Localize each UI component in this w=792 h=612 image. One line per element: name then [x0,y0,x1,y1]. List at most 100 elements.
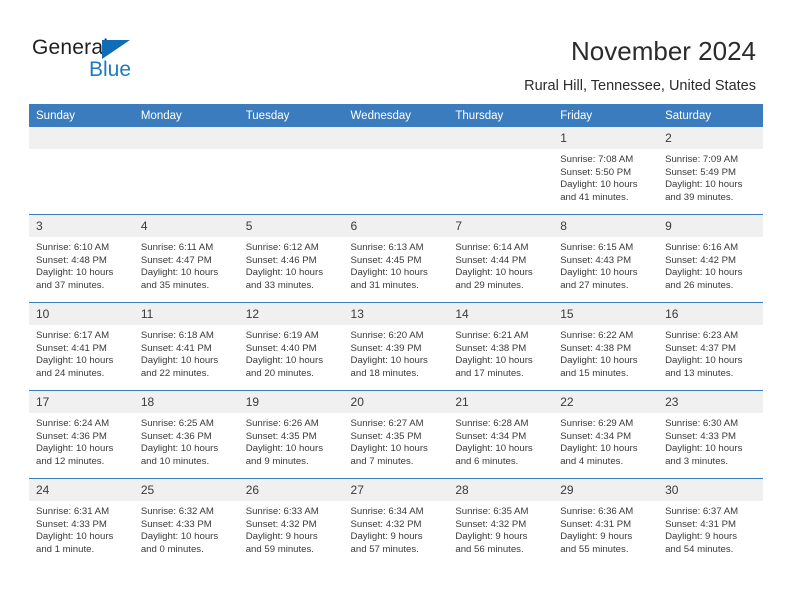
daylight-text-line2: and 59 minutes. [245,543,314,555]
calendar-day-cell[interactable]: 3 Sunrise: 6:10 AM Sunset: 4:48 PM Daylight… [29,214,134,303]
daylight-text-line2: and 54 minutes. [665,543,734,555]
day-number: 25 [133,479,239,501]
daylight-text-line1: Daylight: 10 hours [455,355,533,367]
day-number: 1 [553,127,659,149]
page-title: November 2024 [571,36,756,66]
day-details [448,149,553,154]
daylight-text-line1: Daylight: 10 hours [560,179,638,191]
daylight-text-line2: and 9 minutes. [245,455,309,467]
sunrise-text: Sunrise: 6:15 AM [560,242,634,253]
sunset-text: Sunset: 4:47 PM [140,254,212,266]
calendar-day-cell[interactable]: 13 Sunrise: 6:20 AM Sunset: 4:39 PM Dayligh… [343,302,449,391]
day-number: 18 [133,391,239,413]
calendar-day-cell[interactable]: 26 Sunrise: 6:33 AM Sunset: 4:32 PM Dayligh… [238,478,344,566]
calendar-body: 1 Sunrise: 7:08 AM Sunset: 5:50 PM Daylight… [29,127,763,566]
sunrise-text: Sunrise: 6:35 AM [455,506,529,517]
calendar-day-cell[interactable]: 11 Sunrise: 6:18 AM Sunset: 4:41 PM Dayligh… [133,302,239,391]
logo-triangle-icon [102,40,130,59]
daylight-text-line1: Daylight: 10 hours [245,443,324,455]
weekday-header-row: Sunday Monday Tuesday Wednesday Thursday Frid… [29,104,763,127]
daylight-text-line1: Daylight: 10 hours [665,443,743,455]
calendar-day-cell[interactable]: 2 Sunrise: 7:09 AM Sunset: 5:49 PM Daylight… [658,127,763,215]
sunrise-text: Sunrise: 6:16 AM [665,242,739,253]
sunset-text: Sunset: 4:42 PM [665,254,736,266]
general-blue-logo[interactable]: General Blue [32,36,232,88]
calendar-day-cell[interactable]: 19 Sunrise: 6:26 AM Sunset: 4:35 PM Dayligh… [238,390,344,479]
daylight-text-line2: and 4 minutes. [560,455,624,467]
daylight-text-line1: Daylight: 10 hours [36,355,114,367]
calendar-day-cell[interactable]: 24 Sunrise: 6:31 AM Sunset: 4:33 PM Dayligh… [29,478,134,566]
calendar-week-row: 3 Sunrise: 6:10 AM Sunset: 4:48 PM Daylight… [29,214,763,303]
sunset-text: Sunset: 4:34 PM [455,430,527,442]
calendar-week-row: 24 Sunrise: 6:31 AM Sunset: 4:33 PM Dayligh… [29,478,763,566]
calendar-day-cell[interactable]: 4 Sunrise: 6:11 AM Sunset: 4:47 PM Daylight… [133,214,239,303]
daylight-text-line1: Daylight: 10 hours [455,267,533,279]
sunset-text: Sunset: 5:49 PM [665,166,736,178]
calendar-week-row: 17 Sunrise: 6:24 AM Sunset: 4:36 PM Dayligh… [29,390,763,479]
calendar-day-cell[interactable]: 18 Sunrise: 6:25 AM Sunset: 4:36 PM Dayligh… [133,390,239,479]
daylight-text-line1: Daylight: 10 hours [350,267,428,279]
calendar-day-cell[interactable]: 30 Sunrise: 6:37 AM Sunset: 4:31 PM Dayligh… [658,478,763,566]
calendar-day-cell[interactable]: 25 Sunrise: 6:32 AM Sunset: 4:33 PM Dayligh… [133,478,239,566]
sunrise-text: Sunrise: 6:18 AM [140,330,214,341]
calendar-day-cell[interactable]: 10 Sunrise: 6:17 AM Sunset: 4:41 PM Dayligh… [29,302,134,391]
weekday-header-monday: Monday [133,104,239,127]
calendar-day-cell[interactable]: 21 Sunrise: 6:28 AM Sunset: 4:34 PM Dayligh… [448,390,554,479]
day-details: Sunrise: 6:11 AM Sunset: 4:47 PM Daylight:… [134,237,239,292]
day-details: Sunrise: 6:30 AM Sunset: 4:33 PM Daylight:… [658,413,763,468]
daylight-text-line1: Daylight: 10 hours [140,531,219,543]
day-number [238,127,344,149]
day-number: 3 [29,215,134,237]
daylight-text-line1: Daylight: 10 hours [665,267,743,279]
calendar-day-cell[interactable]: 17 Sunrise: 6:24 AM Sunset: 4:36 PM Dayligh… [29,390,134,479]
calendar-day-cell[interactable]: 16 Sunrise: 6:23 AM Sunset: 4:37 PM Dayligh… [658,302,763,391]
calendar-day-cell[interactable]: 29 Sunrise: 6:36 AM Sunset: 4:31 PM Dayligh… [553,478,659,566]
sunrise-text: Sunrise: 6:20 AM [350,330,424,341]
calendar-day-cell-empty [133,127,239,215]
calendar-day-cell[interactable]: 22 Sunrise: 6:29 AM Sunset: 4:34 PM Dayligh… [553,390,659,479]
calendar-day-cell[interactable]: 5 Sunrise: 6:12 AM Sunset: 4:46 PM Daylight… [238,214,344,303]
day-details: Sunrise: 6:23 AM Sunset: 4:37 PM Daylight:… [658,325,763,380]
day-number: 10 [29,303,134,325]
daylight-text-line1: Daylight: 10 hours [350,355,428,367]
calendar-day-cell[interactable]: 23 Sunrise: 6:30 AM Sunset: 4:33 PM Dayligh… [658,390,763,479]
daylight-text-line1: Daylight: 10 hours [245,355,324,367]
calendar-day-cell[interactable]: 12 Sunrise: 6:19 AM Sunset: 4:40 PM Dayligh… [238,302,344,391]
weekday-header-tuesday: Tuesday [238,104,344,127]
sunrise-text: Sunrise: 6:26 AM [245,418,319,429]
calendar-day-cell[interactable]: 6 Sunrise: 6:13 AM Sunset: 4:45 PM Daylight… [343,214,449,303]
daylight-text-line1: Daylight: 10 hours [560,443,638,455]
day-number: 30 [658,479,763,501]
calendar-day-cell[interactable]: 7 Sunrise: 6:14 AM Sunset: 4:44 PM Daylight… [448,214,554,303]
daylight-text-line2: and 6 minutes. [455,455,519,467]
day-number: 2 [658,127,763,149]
day-details [239,149,344,154]
daylight-text-line2: and 0 minutes. [140,543,204,555]
calendar-day-cell[interactable]: 15 Sunrise: 6:22 AM Sunset: 4:38 PM Dayligh… [553,302,659,391]
daylight-text-line2: and 29 minutes. [455,279,524,291]
sunrise-text: Sunrise: 6:28 AM [455,418,529,429]
sunrise-text: Sunrise: 6:17 AM [36,330,110,341]
daylight-text-line2: and 33 minutes. [245,279,314,291]
sunrise-text: Sunrise: 6:11 AM [140,242,214,253]
daylight-text-line2: and 56 minutes. [455,543,524,555]
day-details: Sunrise: 6:34 AM Sunset: 4:32 PM Daylight:… [344,501,449,556]
calendar-day-cell[interactable]: 9 Sunrise: 6:16 AM Sunset: 4:42 PM Daylight… [658,214,763,303]
calendar-day-cell[interactable]: 8 Sunrise: 6:15 AM Sunset: 4:43 PM Daylight… [553,214,659,303]
calendar-day-cell[interactable]: 27 Sunrise: 6:34 AM Sunset: 4:32 PM Dayligh… [343,478,449,566]
calendar-day-cell[interactable]: 1 Sunrise: 7:08 AM Sunset: 5:50 PM Daylight… [553,127,659,215]
sunset-text: Sunset: 4:44 PM [455,254,527,266]
calendar-day-cell[interactable]: 28 Sunrise: 6:35 AM Sunset: 4:32 PM Dayligh… [448,478,554,566]
day-details: Sunrise: 6:26 AM Sunset: 4:35 PM Daylight:… [239,413,344,468]
sunrise-text: Sunrise: 6:36 AM [560,506,634,517]
calendar-day-cell[interactable]: 20 Sunrise: 6:27 AM Sunset: 4:35 PM Dayligh… [343,390,449,479]
calendar-day-cell[interactable]: 14 Sunrise: 6:21 AM Sunset: 4:38 PM Dayligh… [448,302,554,391]
day-details: Sunrise: 6:13 AM Sunset: 4:45 PM Daylight:… [344,237,449,292]
day-number: 28 [448,479,554,501]
calendar-page: General Blue November 2024 Rural Hill, T… [0,0,792,612]
weekday-header-thursday: Thursday [448,104,554,127]
day-details: Sunrise: 6:33 AM Sunset: 4:32 PM Daylight:… [239,501,344,556]
sunrise-text: Sunrise: 6:30 AM [665,418,739,429]
daylight-text-line1: Daylight: 9 hours [560,531,633,543]
logo-text-general: General [32,36,109,59]
